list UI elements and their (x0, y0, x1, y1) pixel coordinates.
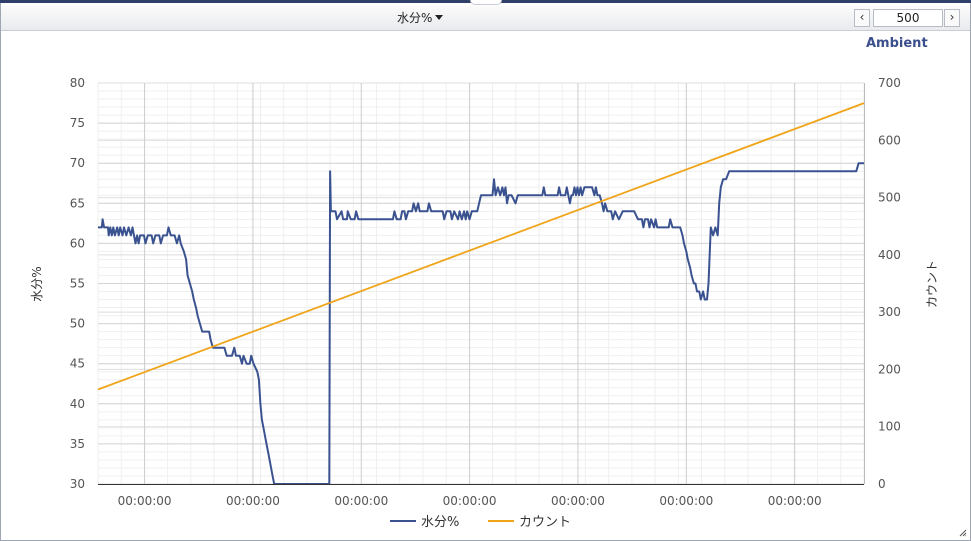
right-axis-ticks: 0 100 200 300 400 500 600 700 (878, 76, 901, 491)
left-tick-label: 50 (70, 317, 85, 331)
right-axis-title: カウント (925, 260, 939, 308)
x-tick-label: 00:00:00 (443, 494, 497, 508)
left-tick-label: 30 (70, 477, 85, 491)
x-tick-label: 00:00:00 (768, 494, 822, 508)
chart-legend: 水分% カウント (390, 515, 571, 530)
x-tick-label: 00:00:00 (334, 494, 388, 508)
x-tick-label: 00:00:00 (118, 494, 172, 508)
right-tick-label: 600 (878, 133, 901, 147)
x-tick-label: 00:00:00 (226, 494, 280, 508)
right-tick-label: 200 (878, 362, 901, 376)
x-axis-ticks: 00:00:00 00:00:00 00:00:00 00:00:00 00:00:00… (118, 494, 822, 508)
right-tick-label: 0 (878, 477, 886, 491)
left-axis-ticks: 30 35 40 45 50 55 60 65 70 75 80 (70, 76, 85, 491)
left-tick-label: 35 (70, 437, 85, 451)
x-tick-label: 00:00:00 (659, 494, 713, 508)
right-tick-label: 700 (878, 76, 901, 90)
left-tick-label: 65 (70, 196, 85, 210)
right-tick-label: 300 (878, 305, 901, 319)
series-line-2 (97, 102, 865, 391)
grid-lines (97, 82, 865, 485)
left-tick-label: 60 (70, 236, 85, 250)
legend-label: 水分% (421, 515, 459, 530)
right-tick-label: 500 (878, 191, 901, 205)
left-tick-label: 45 (70, 357, 85, 371)
left-tick-label: 75 (70, 116, 85, 130)
left-tick-label: 70 (70, 156, 85, 170)
left-tick-label: 55 (70, 277, 85, 291)
left-tick-label: 80 (70, 76, 85, 90)
legend-label: カウント (519, 515, 571, 530)
right-tick-label: 100 (878, 420, 901, 434)
moisture-count-chart: 30 35 40 45 50 55 60 65 70 75 80 0 100 200 300 400 500 6… (30, 76, 939, 530)
resize-grip-icon[interactable] (959, 529, 967, 537)
right-tick-label: 400 (878, 248, 901, 262)
left-axis-title: 水分% (30, 266, 44, 301)
x-tick-label: 00:00:00 (551, 494, 605, 508)
left-tick-label: 40 (70, 397, 85, 411)
